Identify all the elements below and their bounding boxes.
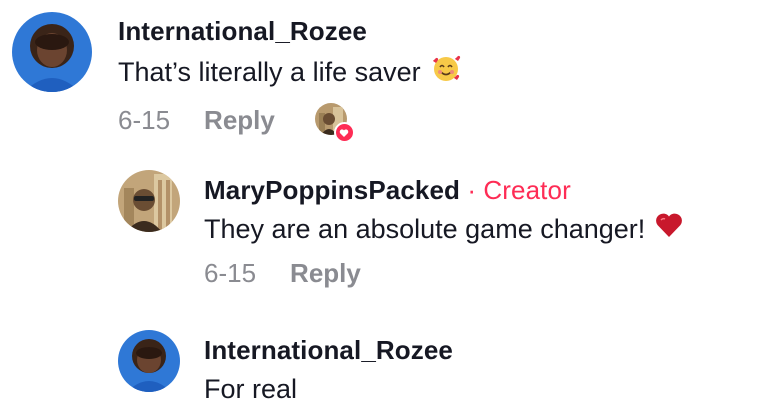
comment-text: That’s literally a life saver	[118, 53, 461, 91]
avatar[interactable]	[118, 170, 180, 232]
comment-text: For real	[204, 372, 453, 406]
comment-date: 6-15	[118, 105, 171, 135]
comment-item: International_Rozee That’s literally a l…	[12, 12, 461, 143]
smiling-face-with-hearts-icon	[431, 53, 461, 91]
reply-button[interactable]: Reply	[290, 258, 361, 288]
reply-comment-item: International_Rozee For real	[118, 330, 453, 406]
comment-username[interactable]: International_Rozee	[118, 15, 461, 47]
comment-username-row: MaryPoppinsPacked · Creator	[204, 174, 683, 206]
avatar[interactable]	[118, 330, 180, 392]
comment-username[interactable]: MaryPoppinsPacked	[204, 175, 460, 205]
heart-icon	[333, 122, 355, 143]
creator-label: · Creator	[467, 175, 571, 205]
liked-by-creator-badge	[314, 103, 355, 143]
reply-button[interactable]: Reply	[204, 105, 275, 135]
comment-text-content: They are an absolute game changer!	[204, 214, 646, 244]
reply-comment-item: MaryPoppinsPacked · Creator They are an …	[118, 170, 683, 288]
comment-username[interactable]: International_Rozee	[204, 334, 453, 366]
comment-text: They are an absolute game changer!	[204, 212, 683, 246]
comment-date: 6-15	[204, 258, 257, 288]
comment-meta: 6-15 Reply	[118, 103, 461, 143]
red-heart-icon	[655, 212, 683, 246]
comment-text-content: For real	[204, 374, 298, 404]
comment-text-content: That’s literally a life saver	[118, 57, 421, 87]
comment-meta: 6-15 Reply	[204, 258, 683, 288]
avatar[interactable]	[12, 12, 92, 92]
